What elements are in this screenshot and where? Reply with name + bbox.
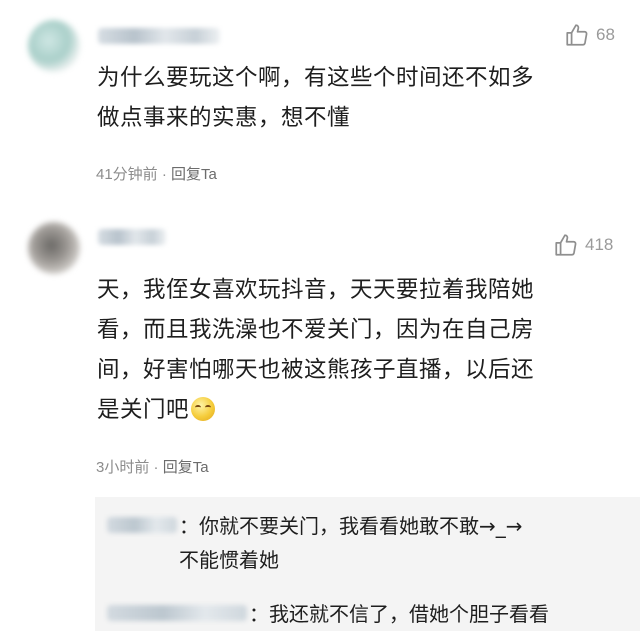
like-count: 68 — [596, 25, 615, 44]
comment-time: 3小时前 — [96, 459, 150, 476]
like-button[interactable]: 68 — [564, 22, 615, 48]
like-button[interactable]: 418 — [553, 232, 613, 258]
comment-meta: 3小时前 · 回复Ta — [96, 456, 209, 477]
avatar[interactable] — [28, 20, 80, 72]
sub-reply-username-blurred[interactable] — [107, 517, 177, 533]
meta-separator: · — [153, 459, 159, 476]
thumbs-up-icon — [566, 24, 588, 46]
sub-replies-box: ：你就不要关门，我看看她敢不敢→_→ 不能惯着她 ：我还就不信了，借她个胆子看看 — [95, 497, 640, 631]
meta-separator: · — [161, 166, 167, 183]
avatar[interactable] — [28, 222, 80, 274]
like-count: 418 — [585, 235, 614, 254]
sub-reply-text: ：我还就不信了，借她个胆子看看 — [249, 602, 549, 626]
comment-text: 为什么要玩这个啊，有这些个时间还不如多 做点事来的实惠，想不懂 — [97, 65, 535, 131]
username-blurred[interactable] — [98, 229, 166, 245]
comment-text: 天，我侄女喜欢玩抖音，天天要拉着我陪她 看，而且我洗澡也不爱关门，因为在自己房 … — [97, 277, 535, 423]
comment-time: 41分钟前 — [96, 166, 158, 183]
thumbs-up-icon — [555, 234, 577, 256]
username-blurred[interactable] — [98, 28, 220, 44]
sub-reply-username-blurred[interactable] — [107, 605, 247, 621]
comment-meta: 41分钟前 · 回复Ta — [96, 163, 217, 184]
comment-text-wrap: 天，我侄女喜欢玩抖音，天天要拉着我陪她 看，而且我洗澡也不爱关门，因为在自己房 … — [97, 270, 534, 430]
laughing-emoji-icon — [191, 397, 216, 421]
sub-reply-text: ：你就不要关门，我看看她敢不敢→_→ 不能惯着她 — [179, 514, 523, 572]
reply-link[interactable]: 回复Ta — [171, 166, 217, 183]
reply-link[interactable]: 回复Ta — [163, 459, 209, 476]
